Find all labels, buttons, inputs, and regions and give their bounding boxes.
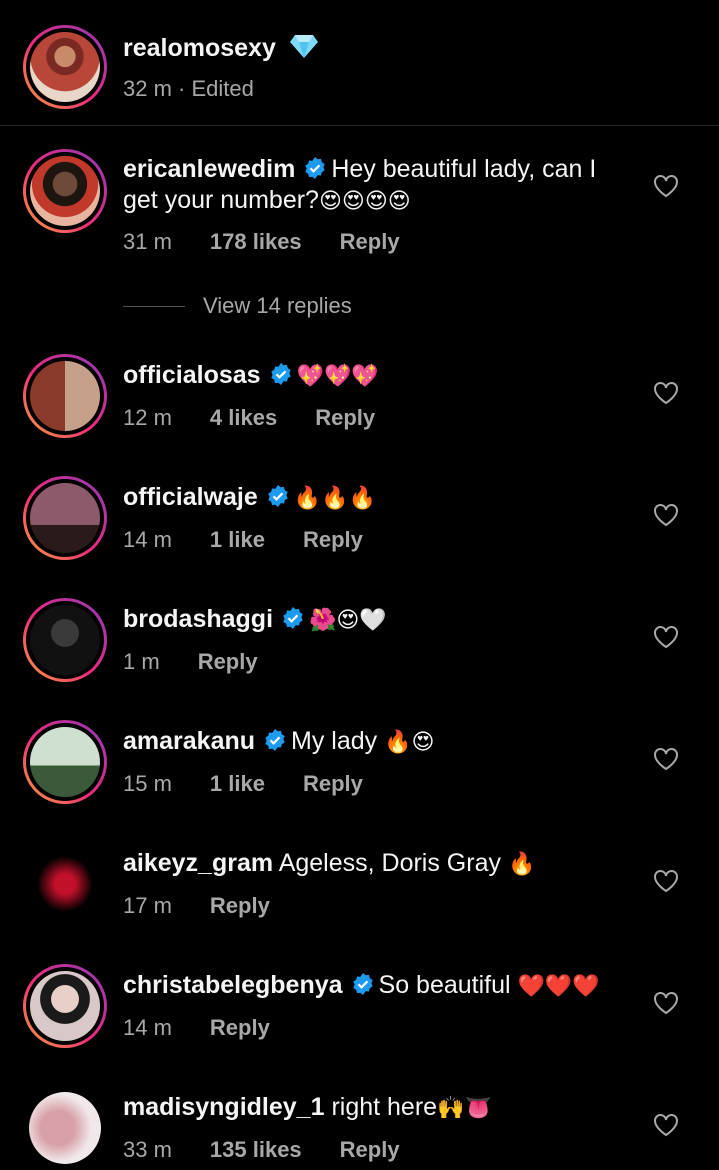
post-caption: realomosexy 32 m · Edited — [0, 0, 719, 126]
comment-text: My lady — [291, 727, 378, 755]
comment-time: 1 m — [123, 649, 160, 674]
diamond-icon — [289, 35, 318, 58]
heart-icon[interactable] — [653, 625, 679, 649]
avatar[interactable] — [23, 720, 107, 804]
avatar[interactable] — [23, 476, 107, 560]
comment-time: 14 m — [123, 527, 172, 552]
verified-badge-icon — [268, 485, 288, 507]
reply-button[interactable]: Reply — [303, 527, 363, 553]
comment-emoji: 🙌👅 — [437, 1096, 492, 1121]
divider-line — [123, 305, 185, 307]
likes-count[interactable]: 135 likes — [210, 1137, 302, 1163]
comment-time: 14 m — [123, 1015, 172, 1040]
likes-count[interactable]: 1 like — [210, 527, 265, 553]
comment-emoji: 🌺😍🤍 — [309, 608, 387, 633]
heart-icon[interactable] — [653, 174, 679, 198]
heart-icon[interactable] — [653, 747, 679, 771]
comment-time: 15 m — [123, 771, 172, 796]
verified-badge-icon — [265, 729, 285, 751]
reply-button[interactable]: Reply — [340, 229, 400, 255]
caption-time: 32 m — [123, 76, 172, 101]
reply-button[interactable]: Reply — [210, 1015, 270, 1041]
reply-button[interactable]: Reply — [315, 405, 375, 431]
heart-icon[interactable] — [653, 869, 679, 893]
reply-button[interactable]: Reply — [340, 1137, 400, 1163]
reply-button[interactable]: Reply — [210, 893, 270, 919]
likes-count[interactable]: 178 likes — [210, 229, 302, 255]
comment-text: Ageless, Doris Gray — [278, 849, 501, 877]
comment-text: So beautiful — [378, 971, 511, 999]
avatar[interactable] — [23, 598, 107, 682]
avatar[interactable] — [23, 25, 107, 109]
verified-badge-icon — [283, 607, 303, 629]
comment-emoji: 💖💖💖 — [296, 364, 379, 389]
comment-time: 12 m — [123, 405, 172, 430]
comment-emoji: 🔥🔥🔥 — [293, 486, 376, 511]
comment-emoji: 🔥😍 — [384, 730, 435, 755]
avatar[interactable] — [29, 1092, 101, 1164]
comment-username[interactable]: ericanlewedim — [123, 155, 295, 183]
heart-icon[interactable] — [653, 503, 679, 527]
comment-emoji: 😍😍😍😍 — [318, 189, 411, 214]
comment-username[interactable]: amarakanu — [123, 727, 255, 755]
verified-badge-icon — [270, 363, 291, 385]
view-replies-button[interactable]: View 14 replies — [123, 293, 352, 319]
comment-username[interactable]: madisyngidley_1 — [123, 1093, 324, 1121]
heart-icon[interactable] — [653, 1113, 679, 1137]
view-replies-label: View 14 replies — [203, 293, 352, 318]
comment-username[interactable]: officialwaje — [123, 483, 258, 511]
avatar[interactable] — [29, 848, 101, 920]
verified-badge-icon — [305, 157, 326, 179]
heart-icon[interactable] — [653, 991, 679, 1015]
comment-username[interactable]: aikeyz_gram — [123, 849, 273, 877]
likes-count[interactable]: 1 like — [210, 771, 265, 797]
comment-time: 31 m — [123, 229, 172, 254]
avatar[interactable] — [23, 964, 107, 1048]
avatar[interactable] — [23, 354, 107, 438]
heart-icon[interactable] — [653, 381, 679, 405]
comment-time: 33 m — [123, 1137, 172, 1162]
reply-button[interactable]: Reply — [303, 771, 363, 797]
comment-username[interactable]: christabelegbenya — [123, 971, 343, 999]
edited-label: Edited — [191, 76, 254, 101]
caption-username[interactable]: realomosexy — [123, 34, 276, 62]
likes-count[interactable]: 4 likes — [210, 405, 277, 431]
comment-text: right here — [331, 1093, 438, 1121]
comment-emoji: ❤️❤️❤️ — [517, 974, 600, 999]
reply-button[interactable]: Reply — [198, 649, 258, 675]
comment-body: ericanlewedim Hey beautiful lady, can I g… — [123, 154, 619, 217]
verified-badge-icon — [352, 973, 373, 995]
comment-username[interactable]: brodashaggi — [123, 605, 273, 633]
comment-username[interactable]: officialosas — [123, 361, 261, 389]
avatar[interactable] — [23, 149, 107, 233]
comment-emoji: 🔥 — [507, 852, 536, 877]
comment-time: 17 m — [123, 893, 172, 918]
